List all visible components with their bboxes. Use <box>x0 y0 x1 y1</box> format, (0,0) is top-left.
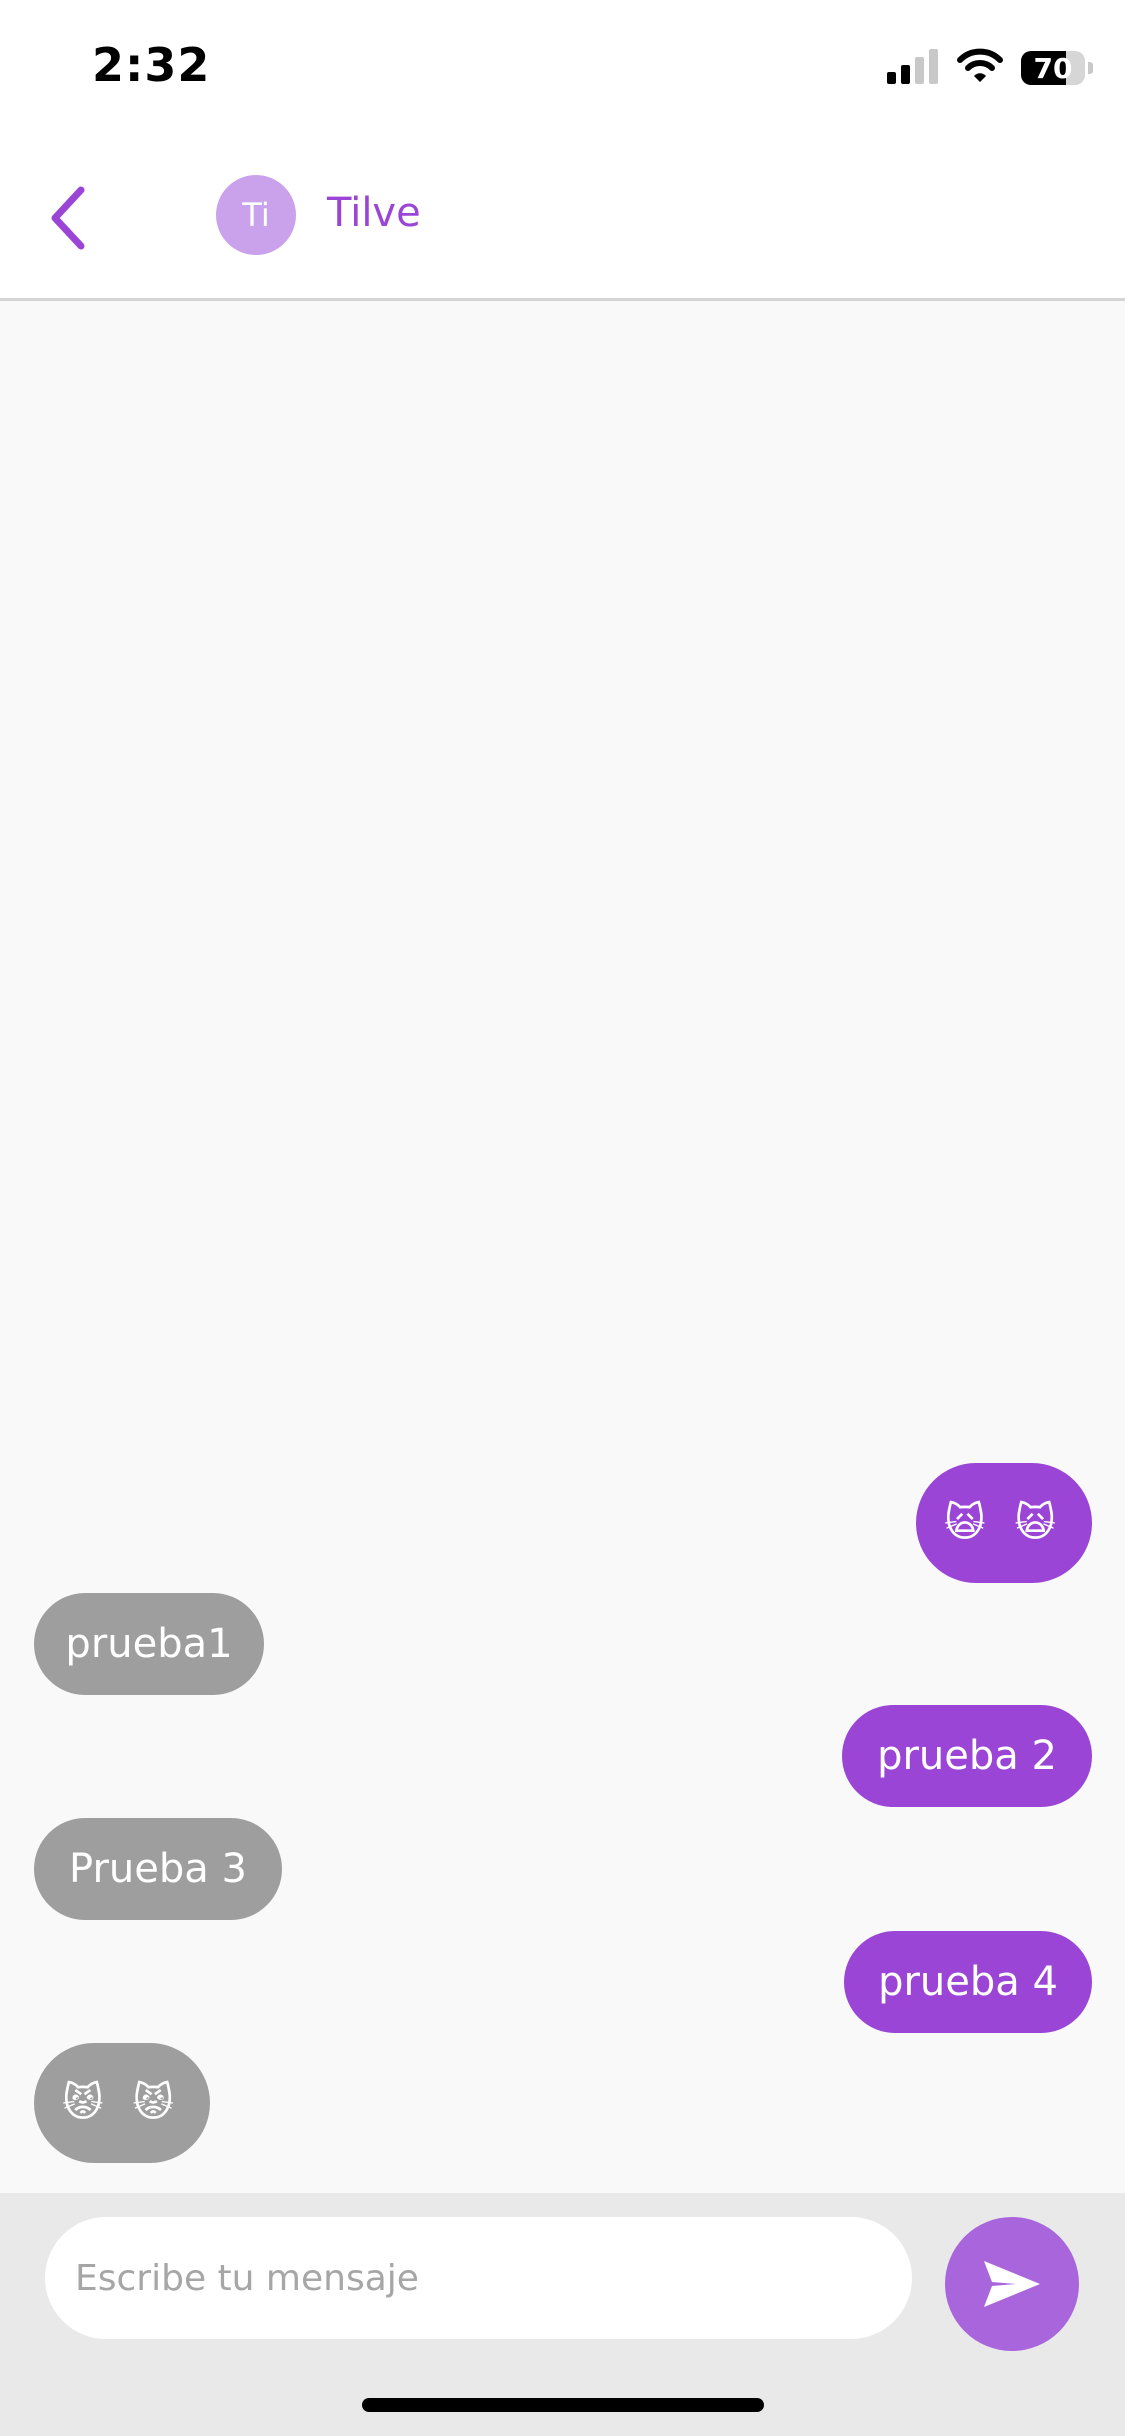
message-bubble-sent[interactable]: prueba 2 <box>842 1705 1092 1807</box>
chevron-left-icon <box>51 186 85 250</box>
send-button[interactable] <box>945 2217 1079 2351</box>
avatar[interactable]: Ti <box>216 175 296 255</box>
message-bubble-sent[interactable]: 🙀 🙀 <box>916 1463 1092 1583</box>
send-icon <box>984 2261 1040 2307</box>
wifi-icon <box>957 48 1003 88</box>
message-list[interactable]: 🙀 🙀 prueba1 prueba 2 Prueba 3 prueba 4 😾… <box>0 301 1125 2193</box>
message-bubble-sent[interactable]: prueba 4 <box>844 1931 1092 2033</box>
home-indicator <box>362 2398 764 2412</box>
status-time: 2:32 <box>92 38 211 92</box>
contact-name[interactable]: Tilve <box>327 190 421 236</box>
battery-icon: 70 <box>1021 51 1093 85</box>
battery-cap <box>1088 62 1093 74</box>
message-input[interactable] <box>45 2217 912 2339</box>
message-bubble-received[interactable]: prueba1 <box>34 1593 264 1695</box>
message-bubble-received[interactable]: Prueba 3 <box>34 1818 282 1920</box>
chat-header: Ti Tilve <box>0 140 1125 301</box>
composer-bar <box>0 2193 1125 2436</box>
status-bar: 2:32 70 <box>0 0 1125 140</box>
cellular-signal-icon <box>887 48 939 88</box>
status-icons: 70 <box>887 48 1093 88</box>
back-button[interactable] <box>32 178 102 258</box>
message-bubble-received[interactable]: 😾 😾 <box>34 2043 210 2163</box>
battery-level: 70 <box>1033 51 1073 85</box>
